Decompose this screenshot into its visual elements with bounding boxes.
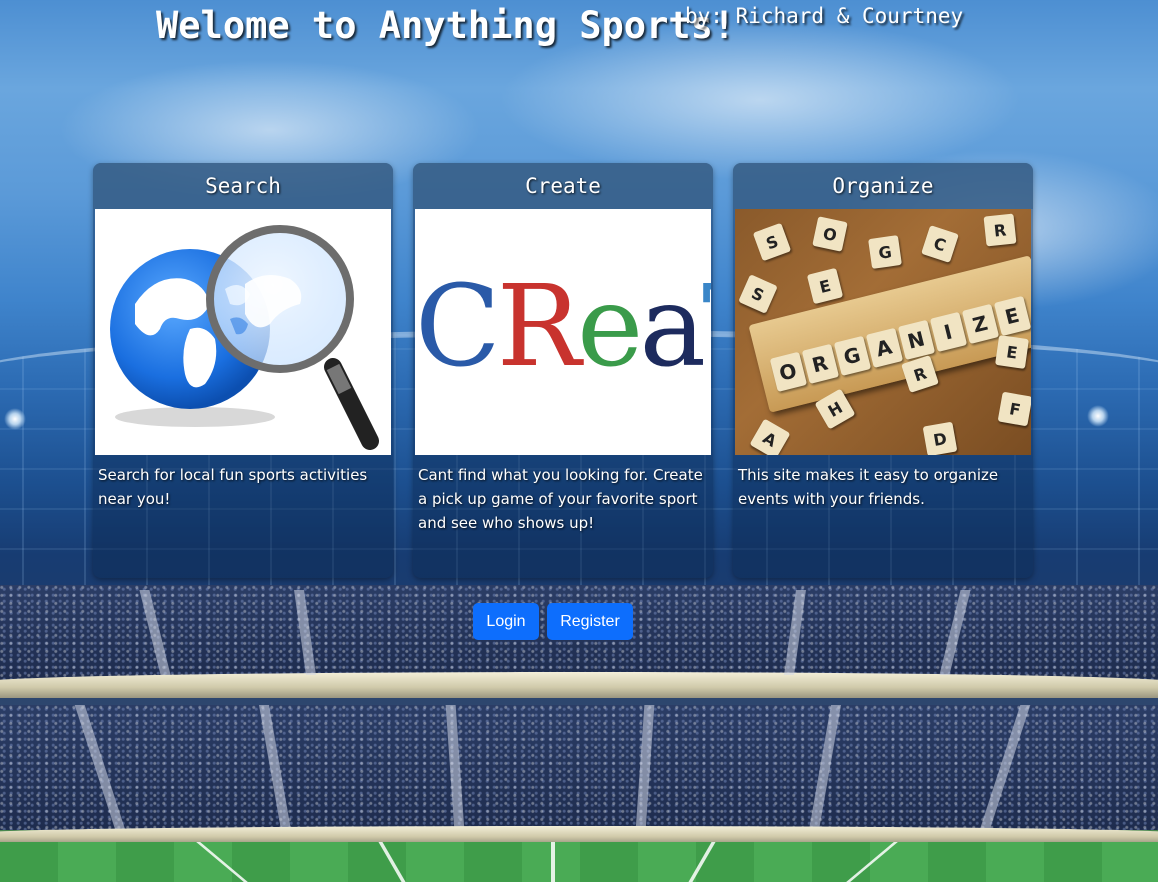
stadium-light	[1087, 405, 1109, 427]
scrabble-tile: A	[865, 327, 903, 369]
card-header: Create	[413, 163, 713, 209]
create-letter: T	[702, 257, 711, 397]
create-card: Create CReaTe Cant find what you looking…	[413, 163, 713, 578]
scrabble-tile: E	[806, 267, 844, 305]
scrabble-tile: G	[868, 235, 902, 269]
stadium-light	[4, 408, 26, 430]
scrabble-tile: O	[812, 216, 848, 252]
scrabble-tile: A	[749, 418, 791, 455]
card-heading: Search	[205, 174, 281, 198]
scrabble-tile: I	[929, 311, 967, 353]
scrabble-tile: R	[983, 213, 1017, 247]
card-header: Organize	[733, 163, 1033, 209]
create-letter: e	[577, 262, 643, 392]
scrabble-tile: S	[752, 222, 792, 262]
football-field	[0, 842, 1158, 882]
create-letter: C	[415, 262, 501, 392]
deck-rail	[0, 672, 1158, 698]
globe-magnifying-glass-icon	[95, 209, 391, 455]
card-description: This site makes it easy to organize even…	[738, 466, 999, 508]
scrabble-tile: C	[921, 225, 959, 263]
scrabble-tile: N	[897, 319, 935, 361]
scrabble-tile: R	[801, 343, 839, 385]
organize-card: Organize S O G C R S E ORGANIZE E R H F …	[733, 163, 1033, 578]
card-description: Search for local fun sports activities n…	[98, 466, 368, 508]
create-word-letters: CReaTe	[415, 257, 711, 397]
scrabble-tile: S	[738, 274, 778, 314]
yard-line	[551, 842, 555, 882]
scrabble-tiles-image: S O G C R S E ORGANIZE E R H F A D	[735, 209, 1031, 455]
login-button[interactable]: Login	[473, 603, 539, 640]
scrabble-tile: F	[997, 391, 1031, 427]
register-button[interactable]: Register	[547, 603, 633, 640]
scrabble-tile: D	[922, 421, 958, 455]
scrabble-tile: G	[833, 335, 871, 377]
scrabble-tile: Z	[961, 303, 999, 345]
card-heading: Organize	[832, 174, 934, 198]
create-letter: a	[639, 262, 706, 392]
page-title: Welome to Anything Sports!	[156, 4, 736, 47]
search-card: Search Search for local fun sports activ…	[93, 163, 393, 578]
scrabble-tile: E	[995, 335, 1029, 369]
card-description: Cant find what you looking for. Create a…	[418, 466, 703, 532]
card-header: Search	[93, 163, 393, 209]
scrabble-tile: E	[993, 295, 1031, 337]
scrabble-tile: O	[769, 351, 807, 393]
crowd-lower-deck	[0, 705, 1158, 830]
card-heading: Create	[525, 174, 601, 198]
author-byline: by: Richard & Courtney	[685, 4, 964, 28]
create-word-art: CReaTe	[415, 209, 711, 455]
create-letter: R	[496, 262, 581, 392]
